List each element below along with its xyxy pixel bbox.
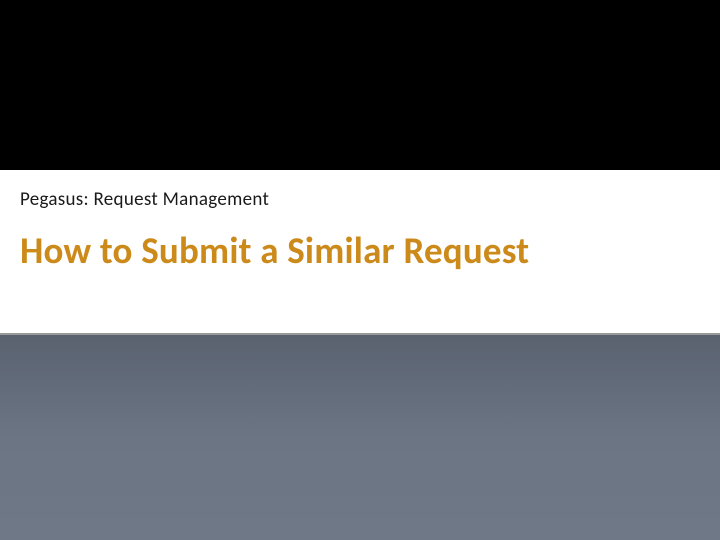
content-band: Pegasus: Request Management How to Submi… [0,170,720,335]
slide-subtitle: Pegasus: Request Management [20,188,700,211]
bottom-gradient-band [0,335,720,540]
slide-title: How to Submit a Similar Request [20,231,700,272]
top-black-band [0,0,720,170]
presentation-slide: Pegasus: Request Management How to Submi… [0,0,720,540]
